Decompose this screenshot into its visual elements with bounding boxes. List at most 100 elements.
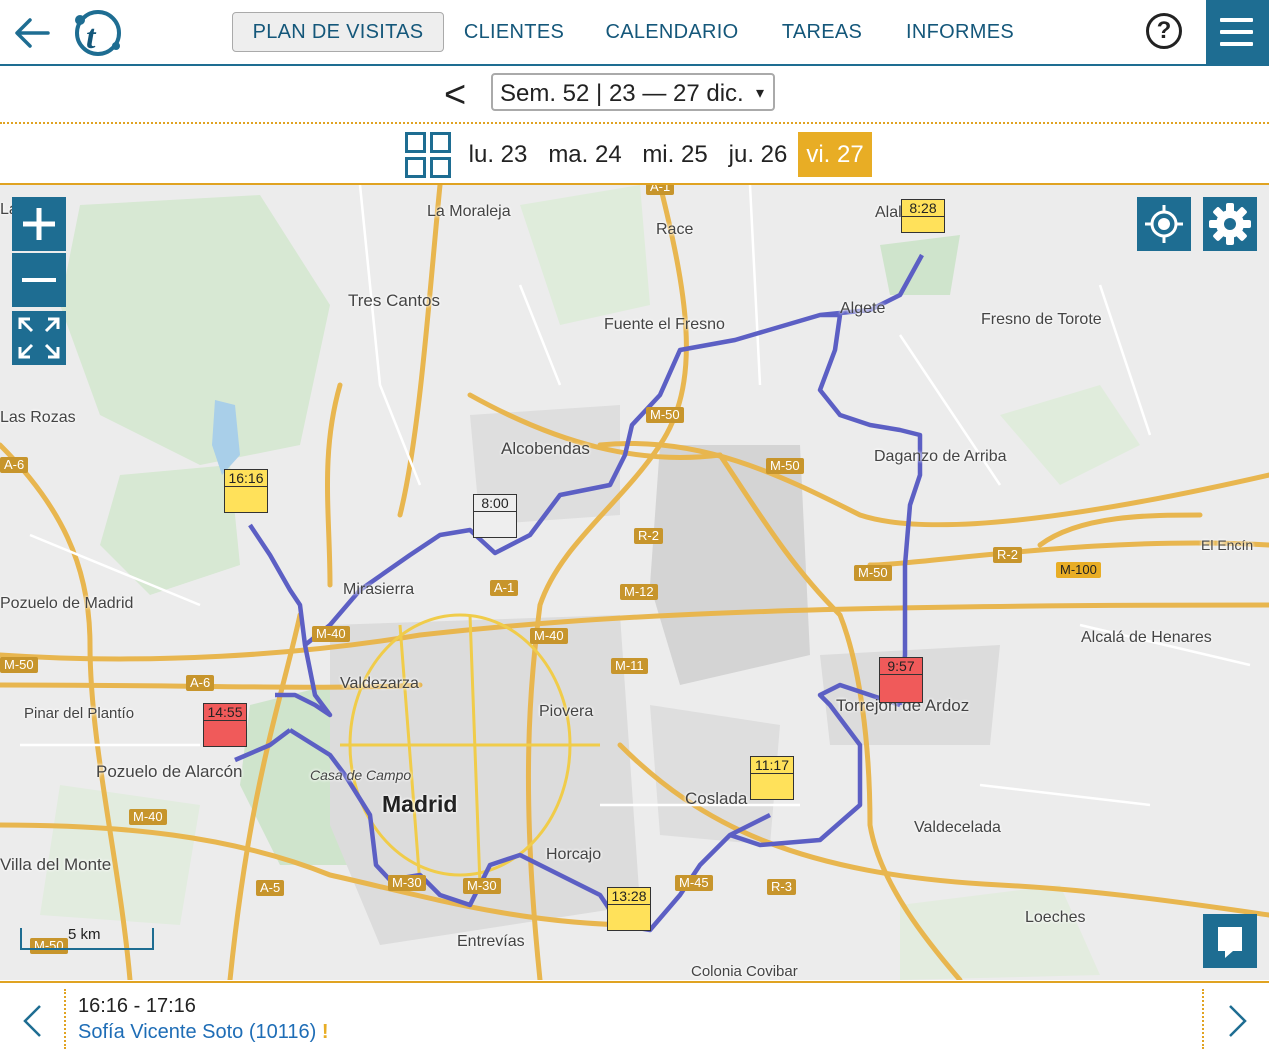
road-shield: M-40 bbox=[312, 626, 350, 642]
visit-pin-yellow[interactable]: 11:17 bbox=[750, 756, 794, 800]
visit-pin-yellow[interactable]: 13:28 bbox=[607, 887, 651, 931]
zoom-out-button[interactable] bbox=[12, 253, 66, 307]
visit-pin-red[interactable]: 14:55 bbox=[203, 703, 247, 747]
place-label: Colonia Covibar bbox=[691, 963, 798, 980]
place-label: Alcobendas bbox=[501, 439, 590, 458]
place-label: Mirasierra bbox=[343, 581, 415, 598]
road-shield: A-1 bbox=[646, 185, 675, 195]
place-label: Villa del Monte bbox=[0, 855, 112, 874]
help-button[interactable]: ? bbox=[1146, 13, 1182, 49]
speech-bubble-icon bbox=[1218, 927, 1242, 958]
day-tab-fri[interactable]: vi. 27 bbox=[798, 132, 872, 177]
place-label: Algete bbox=[840, 300, 886, 317]
day-tab-mon[interactable]: lu. 23 bbox=[462, 132, 534, 177]
gear-icon bbox=[1209, 203, 1251, 245]
place-label: Fuente el Fresno bbox=[604, 316, 725, 333]
dropdown-arrow-icon: ▾ bbox=[755, 85, 764, 102]
place-label: El Encín bbox=[1201, 537, 1254, 553]
scale-label: 5 km bbox=[68, 926, 101, 943]
tab-calendario[interactable]: CALENDARIO bbox=[600, 12, 744, 52]
place-label: Pozuelo de Madrid bbox=[0, 595, 134, 612]
chevron-right-icon[interactable] bbox=[1226, 1003, 1250, 1039]
place-label: Loeches bbox=[1025, 909, 1086, 926]
visit-client-name: Sofía Vicente Soto (10116) bbox=[78, 1021, 317, 1043]
road-shield: M-11 bbox=[611, 658, 648, 674]
minus-icon bbox=[22, 278, 56, 282]
day-tab-tue[interactable]: ma. 24 bbox=[542, 132, 628, 177]
top-navigation-bar: t PLAN DE VISITAS CLIENTES CALENDARIO TA… bbox=[0, 0, 1269, 66]
place-label: Pinar del Plantío bbox=[24, 705, 135, 722]
help-icon: ? bbox=[1156, 17, 1172, 44]
place-label: Race bbox=[656, 221, 694, 238]
road-shield: R-3 bbox=[767, 879, 796, 895]
road-shield: M-50 bbox=[766, 458, 804, 474]
visit-pin-red[interactable]: 9:57 bbox=[879, 657, 923, 703]
place-label: Valdecelada bbox=[914, 819, 1001, 836]
road-shield: A-6 bbox=[0, 457, 29, 473]
place-label: Valdezarza bbox=[340, 675, 419, 692]
road-shield: M-40 bbox=[530, 628, 568, 644]
place-label: Las Rozas bbox=[0, 409, 76, 426]
place-label: Entrevías bbox=[457, 933, 525, 950]
place-label: Horcajo bbox=[546, 846, 602, 863]
road-shield: A-1 bbox=[490, 580, 519, 596]
visit-client-link[interactable]: Sofía Vicente Soto (10116) ! bbox=[78, 1021, 329, 1044]
week-selector-bar: < Sem. 52 | 23 — 27 dic. ▾ bbox=[0, 66, 1269, 124]
expand-icon bbox=[18, 317, 60, 359]
divider bbox=[1202, 989, 1204, 1049]
place-label: Alcalá de Henares bbox=[1081, 629, 1212, 646]
place-label: Coslada bbox=[685, 789, 748, 808]
place-label: Fresno de Torote bbox=[981, 311, 1102, 328]
road-shield: A-5 bbox=[256, 880, 285, 896]
week-dropdown-value: Sem. 52 | 23 — 27 dic. bbox=[500, 80, 744, 107]
visit-detail-bar: 16:16 - 17:16 Sofía Vicente Soto (10116)… bbox=[0, 981, 1269, 1056]
place-label: Tres Cantos bbox=[348, 291, 440, 310]
alert-icon: ! bbox=[321, 1021, 329, 1043]
road-shield: M-50 bbox=[854, 565, 892, 581]
visit-pin-time: 16:16 bbox=[225, 470, 267, 487]
visit-pin-time: 9:57 bbox=[880, 658, 922, 675]
place-label: Piovera bbox=[539, 703, 594, 720]
svg-text:t: t bbox=[86, 19, 97, 56]
road-shield: R-2 bbox=[993, 547, 1022, 563]
plus-icon bbox=[23, 208, 55, 240]
road-shield: M-40 bbox=[129, 809, 167, 825]
tab-plan-de-visitas[interactable]: PLAN DE VISITAS bbox=[232, 12, 444, 52]
place-label: Madrid bbox=[382, 791, 458, 817]
route-map[interactable]: La Nava La Moraleja Race Tres Cantos Fue… bbox=[0, 185, 1269, 980]
back-arrow-icon[interactable] bbox=[14, 16, 50, 50]
road-shield: M-50 bbox=[646, 407, 684, 423]
road-shield: M-12 bbox=[620, 584, 658, 600]
app-logo-icon: t bbox=[75, 10, 121, 56]
comment-button[interactable] bbox=[1203, 914, 1257, 968]
menu-button[interactable] bbox=[1206, 0, 1269, 64]
place-label: Casa de Campo bbox=[310, 767, 412, 783]
locate-me-button[interactable] bbox=[1137, 197, 1191, 251]
grid-view-icon[interactable] bbox=[405, 132, 451, 178]
tab-informes[interactable]: INFORMES bbox=[898, 12, 1022, 52]
zoom-in-button[interactable] bbox=[12, 197, 66, 251]
previous-week-button[interactable]: < bbox=[444, 70, 466, 120]
chevron-left-icon[interactable] bbox=[20, 1003, 44, 1039]
visit-pin-yellow[interactable]: 8:28 bbox=[901, 199, 945, 233]
tab-tareas[interactable]: TAREAS bbox=[776, 12, 868, 52]
place-label: Daganzo de Arriba bbox=[874, 448, 1007, 465]
road-shield: M-45 bbox=[675, 875, 713, 891]
map-scale-bar: 5 km bbox=[20, 926, 154, 950]
road-shield: A-6 bbox=[186, 675, 215, 691]
visit-pin-time: 14:55 bbox=[204, 704, 246, 721]
tab-clientes[interactable]: CLIENTES bbox=[458, 12, 570, 52]
visit-pin-time: 8:28 bbox=[902, 200, 944, 217]
road-shield: M-30 bbox=[388, 875, 426, 891]
visit-pin-grey[interactable]: 8:00 bbox=[473, 494, 517, 538]
road-shield: M-100 bbox=[1056, 562, 1101, 578]
week-dropdown[interactable]: Sem. 52 | 23 — 27 dic. ▾ bbox=[491, 73, 775, 111]
fullscreen-button[interactable] bbox=[12, 311, 66, 365]
day-tab-thu[interactable]: ju. 26 bbox=[722, 132, 794, 177]
day-selector-bar: lu. 23 ma. 24 mi. 25 ju. 26 vi. 27 bbox=[0, 126, 1269, 185]
place-label: Pozuelo de Alarcón bbox=[96, 762, 243, 781]
visit-pin-yellow[interactable]: 16:16 bbox=[224, 469, 268, 513]
map-settings-button[interactable] bbox=[1203, 197, 1257, 251]
day-tab-wed[interactable]: mi. 25 bbox=[635, 132, 715, 177]
road-shield: R-2 bbox=[634, 528, 663, 544]
